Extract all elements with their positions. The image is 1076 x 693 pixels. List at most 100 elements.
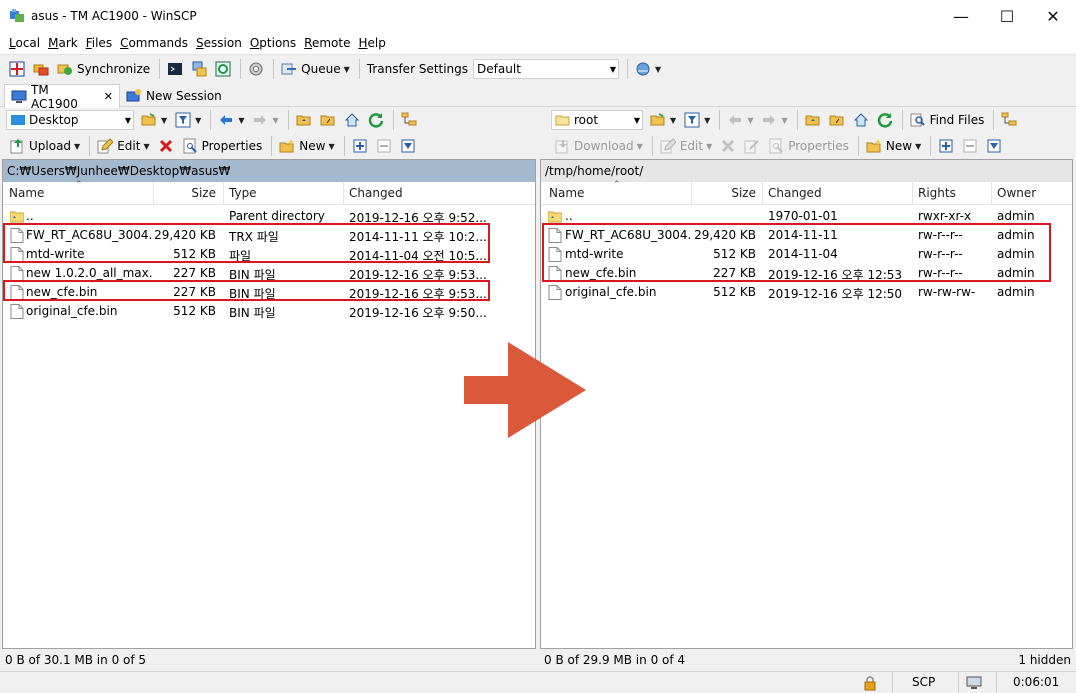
column-changed[interactable]: Changed	[768, 186, 822, 200]
right-unselect-files-button[interactable]	[959, 135, 981, 157]
column-size[interactable]: Size	[691, 186, 756, 200]
left-file-row[interactable]: .. Parent directory 2019-12-16 오후 9:52...	[3, 207, 535, 226]
right-home-button[interactable]	[850, 109, 872, 131]
transfer-options-button[interactable]: ▼	[632, 58, 664, 80]
left-delete-button[interactable]	[155, 135, 177, 157]
sort-ascending-icon: ⌃	[75, 180, 83, 190]
close-button[interactable]: ✕	[1030, 0, 1076, 32]
menu-options[interactable]: Options	[247, 36, 299, 50]
cell-changed: 2019-12-16 오후 9:52...	[349, 211, 487, 225]
toolbar-separator	[287, 110, 289, 130]
maximize-button[interactable]: ☐	[984, 0, 1030, 32]
left-file-row[interactable]: new 1.0.2.0_all_max... 227 KB BIN 파일 2019-1…	[3, 264, 535, 283]
column-type[interactable]: Type	[229, 186, 257, 200]
column-owner[interactable]: Owner	[997, 186, 1036, 200]
right-root-directory-button[interactable]	[826, 109, 848, 131]
left-file-row[interactable]: FW_RT_AC68U_3004... 29,420 KB TRX 파일 2014-1…	[3, 226, 535, 245]
right-new-button[interactable]: New ▼	[863, 135, 924, 157]
left-refresh-button[interactable]	[365, 109, 387, 131]
left-root-directory-button[interactable]	[317, 109, 339, 131]
right-properties-button[interactable]: Properties	[765, 135, 852, 157]
menu-files[interactable]: Files	[83, 36, 115, 50]
right-location-select[interactable]: root ▼	[551, 110, 643, 130]
cell-changed: 2014-11-04	[768, 247, 838, 261]
left-unselect-files-button[interactable]	[373, 135, 395, 157]
upload-button[interactable]: Upload ▼	[6, 135, 83, 157]
right-edit-button[interactable]: Edit ▼	[657, 135, 715, 157]
right-forward-button[interactable]: ▼	[758, 109, 790, 131]
left-open-directory-button[interactable]: ▼	[138, 109, 170, 131]
left-edit-button[interactable]: Edit ▼	[94, 135, 152, 157]
column-changed[interactable]: Changed	[349, 186, 403, 200]
left-select-files-button[interactable]	[349, 135, 371, 157]
download-button[interactable]: Download ▼	[551, 135, 646, 157]
column-name[interactable]: Name	[9, 186, 44, 200]
left-new-button[interactable]: New ▼	[276, 135, 337, 157]
right-file-row[interactable]: .. 1970-01-01 rwxr-xr-x admin	[541, 207, 1072, 226]
queue-button[interactable]: Queue ▼	[278, 58, 353, 80]
left-tree-button[interactable]	[398, 109, 420, 131]
left-parent-directory-button[interactable]	[293, 109, 315, 131]
synchronize-button[interactable]: Synchronize	[54, 58, 153, 80]
cell-name: new_cfe.bin	[565, 266, 637, 280]
menu-local[interactable]: Local	[6, 36, 43, 50]
preferences-button[interactable]	[245, 58, 267, 80]
minimize-button[interactable]: —	[938, 0, 984, 32]
menu-session[interactable]: Session	[193, 36, 245, 50]
synchronize-browsing-button[interactable]	[30, 58, 52, 80]
left-home-button[interactable]	[341, 109, 363, 131]
find-files-button[interactable]: Find Files	[907, 109, 988, 131]
column-size[interactable]: Size	[153, 186, 216, 200]
local-path-bar[interactable]: C:₩Users₩Junhee₩Desktop₩asus₩	[3, 160, 535, 182]
menu-help[interactable]: Help	[355, 36, 388, 50]
left-back-button[interactable]: ▼	[215, 109, 247, 131]
column-name[interactable]: Name	[549, 186, 584, 200]
left-file-row[interactable]: mtd-write 512 KB 파일 2014-11-04 오전 10:5...	[3, 245, 535, 264]
tab-tm-ac1900[interactable]: TM AC1900 ✕	[4, 83, 120, 111]
menu-mark[interactable]: Mark	[45, 36, 81, 50]
right-refresh-button[interactable]	[874, 109, 896, 131]
left-select-all-button[interactable]	[397, 135, 419, 157]
right-file-row[interactable]: new_cfe.bin 227 KB 2019-12-16 오후 12:53 rw-r…	[541, 264, 1072, 283]
toolbar-separator	[901, 110, 903, 130]
cell-type: Parent directory	[229, 209, 325, 223]
lock-icon[interactable]	[862, 675, 878, 691]
menu-commands[interactable]: Commands	[117, 36, 191, 50]
left-forward-button[interactable]: ▼	[249, 109, 281, 131]
left-location-select[interactable]: Desktop ▼	[6, 110, 134, 130]
transfer-settings-select[interactable]: Default ▼	[473, 59, 620, 79]
right-select-all-button[interactable]	[983, 135, 1005, 157]
right-select-files-button[interactable]	[935, 135, 957, 157]
left-properties-button[interactable]: Properties	[179, 135, 266, 157]
right-action-toolbar: Download ▼ Edit ▼ Properties New ▼	[545, 133, 1076, 159]
right-tree-button[interactable]	[998, 109, 1020, 131]
folders-sync-icon	[33, 61, 49, 77]
right-file-row[interactable]: FW_RT_AC68U_3004... 29,420 KB 2014-11-11 rw…	[541, 226, 1072, 245]
left-file-row[interactable]: new_cfe.bin 227 KB BIN 파일 2019-12-16 오후 9:5…	[3, 283, 535, 302]
open-terminal-button[interactable]	[164, 58, 186, 80]
open-putty-button[interactable]	[188, 58, 210, 80]
right-file-row[interactable]: original_cfe.bin 512 KB 2019-12-16 오후 12:5…	[541, 283, 1072, 302]
close-tab-icon[interactable]: ✕	[104, 90, 113, 103]
right-back-button[interactable]: ▼	[724, 109, 756, 131]
right-filter-button[interactable]: ▼	[681, 109, 713, 131]
hidden-files-count[interactable]: 1 hidden	[1018, 653, 1071, 667]
toolbar-separator	[271, 136, 273, 156]
right-rename-button[interactable]	[741, 135, 763, 157]
cell-changed: 2019-12-16 오후 9:53...	[349, 287, 487, 301]
compare-directories-button[interactable]	[6, 58, 28, 80]
right-file-row[interactable]: mtd-write 512 KB 2014-11-04 rw-r--r-- admin	[541, 245, 1072, 264]
refresh-session-button[interactable]	[212, 58, 234, 80]
right-delete-button[interactable]	[717, 135, 739, 157]
menu-remote[interactable]: Remote	[301, 36, 353, 50]
local-column-header: ⌃ Name Size Type Changed	[3, 180, 535, 205]
right-open-directory-button[interactable]: ▼	[647, 109, 679, 131]
column-rights[interactable]: Rights	[918, 186, 956, 200]
chevron-down-icon: ▼	[328, 141, 335, 151]
left-file-row[interactable]: original_cfe.bin 512 KB BIN 파일 2019-12-16 오…	[3, 302, 535, 321]
left-filter-button[interactable]: ▼	[172, 109, 204, 131]
right-parent-directory-button[interactable]	[802, 109, 824, 131]
tab-new-session[interactable]: New Session	[120, 84, 228, 107]
sort-ascending-icon: ⌃	[613, 180, 621, 190]
remote-path-bar[interactable]: /tmp/home/root/	[541, 160, 1072, 182]
